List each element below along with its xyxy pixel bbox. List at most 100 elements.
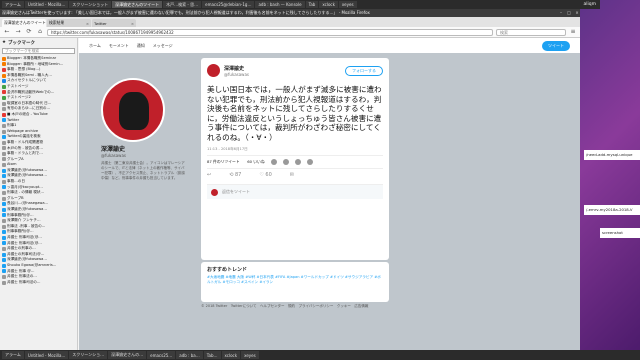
tweet-text: 美しい国日本では，一般人がまず滅多に被害に遭わない犯罪でも，刑法前から犯人視報道… xyxy=(207,85,382,142)
profile-bio: 弁護士（第二東京弁護士会）。アイコンはマレーシアのシールで、ITと法律（ネット上… xyxy=(101,161,185,180)
taskbar-item[interactable]: emacs25… xyxy=(147,351,176,359)
panel-task[interactable]: xclock xyxy=(319,1,338,8)
trends-list[interactable]: #大坂地震 #地震 大阪 #W杯 #日本代表 #FIFA #Japan #ワール… xyxy=(207,275,383,285)
profile-handle[interactable]: @fukasawas xyxy=(101,153,186,158)
tweet-author-name[interactable]: 深澤諭史 xyxy=(224,65,249,72)
avatar[interactable] xyxy=(306,159,313,165)
bookmark-icon xyxy=(2,101,6,106)
taskbar-item[interactable]: xclock xyxy=(221,351,241,359)
sidebar-title: ブックマーク xyxy=(8,41,36,46)
taskbar-item[interactable]: 深澤諭史さんの… xyxy=(108,351,147,359)
panel-task[interactable]: アラーム xyxy=(2,1,24,8)
close-icon[interactable]: × xyxy=(131,21,134,26)
bookmark-icon xyxy=(2,146,6,151)
trends-panel: おすすめトレンド #大坂地震 #地震 大阪 #W杯 #日本代表 #FIFA #J… xyxy=(201,262,389,302)
panel-clock[interactable]: aliqm xyxy=(584,2,601,7)
taskbar-item[interactable]: xeyes xyxy=(241,351,259,359)
bookmark-icon xyxy=(2,67,6,72)
bookmark-icon xyxy=(2,129,6,134)
browser-tab[interactable]: Twitter × xyxy=(92,19,136,27)
url-bar[interactable]: https://twitter.com/fukasawas/status/100… xyxy=(47,28,493,36)
forward-icon[interactable]: → xyxy=(14,28,22,36)
nav-home[interactable]: ホーム xyxy=(89,43,101,49)
message-icon[interactable]: ✉ xyxy=(290,172,294,178)
bookmark-icon xyxy=(2,73,6,78)
reply-icon[interactable]: ↩ xyxy=(207,172,211,178)
reply-input[interactable]: 返信をツイート xyxy=(222,189,250,195)
bookmark-icon xyxy=(2,179,6,184)
bookmark-icon xyxy=(2,135,6,140)
trends-title: おすすめトレンド xyxy=(207,267,248,273)
panel-task[interactable]: 深澤諭史さんのツイート xyxy=(112,1,163,8)
desktop-note[interactable]: screenshot xyxy=(600,228,640,238)
bookmarks-sidebar: ★ ブックマーク ブックマークを検索 Blogger: 本情各職別Seminar… xyxy=(0,38,78,350)
close-icon[interactable]: × xyxy=(574,10,580,16)
navigation-bar: ← → ⟳ ⌂ https://twitter.com/fukasawas/st… xyxy=(0,27,580,38)
bookmark-icon xyxy=(2,62,6,67)
bookmark-icon xyxy=(2,107,6,112)
nav-notifications[interactable]: 通知 xyxy=(137,43,145,49)
bookmark-icon xyxy=(2,263,6,268)
bookmark-icon xyxy=(2,112,6,117)
search-bar[interactable]: 検索 xyxy=(496,28,566,36)
follow-button[interactable]: フォローする xyxy=(345,65,383,76)
menu-icon[interactable]: ≡ xyxy=(569,28,577,36)
bookmark-icon xyxy=(2,163,6,168)
retweet-icon[interactable]: ⟲ 87 xyxy=(229,172,241,178)
nav-moments[interactable]: モーメント xyxy=(109,43,129,49)
close-icon[interactable]: × xyxy=(86,21,89,26)
panel-task[interactable]: Untitled - Mozilla... xyxy=(24,1,69,8)
home-icon[interactable]: ⌂ xyxy=(36,28,44,36)
avatar[interactable] xyxy=(207,64,220,77)
taskbar-item[interactable]: スクリーンショ… xyxy=(69,351,108,359)
minimize-icon[interactable]: – xyxy=(558,10,564,16)
window-title: 深澤諭史さんはTwitterを使っています: 「美しい国日本では，一般人がまず被… xyxy=(2,10,370,15)
panel-task[interactable]: adb : bash — Konsole xyxy=(255,1,305,8)
like-icon[interactable]: ♡ 60 xyxy=(259,172,271,178)
profile-name[interactable]: 深澤諭史 xyxy=(101,144,186,153)
bookmark-icon xyxy=(2,274,6,279)
reload-icon[interactable]: ⟳ xyxy=(25,28,33,36)
bookmark-search-input[interactable]: ブックマークを検索 xyxy=(2,48,75,54)
desktop-note[interactable]: /need-add-mysql-unique xyxy=(584,150,640,160)
panel-task[interactable]: 木戸…検索 - 思… xyxy=(163,1,202,8)
bookmark-icon xyxy=(2,185,6,190)
back-icon[interactable]: ← xyxy=(3,28,11,36)
bookmark-item[interactable]: 弁護士 刑事司法の… xyxy=(2,280,75,286)
top-panel: アラーム Untitled - Mozilla... スクリーンショット 深澤諭史さん… xyxy=(0,0,600,9)
tab-label: 深澤諭史さんのツイート xyxy=(4,20,46,25)
avatar[interactable] xyxy=(101,78,165,142)
bookmark-icon xyxy=(2,235,6,240)
bookmark-icon xyxy=(2,168,6,173)
tweet-author-handle[interactable]: @fukasawas xyxy=(224,72,249,77)
browser-tab[interactable]: 深澤諭史さんのツイート× xyxy=(2,19,46,27)
stats-text[interactable]: 87 件のリツイート 60 いいね xyxy=(207,159,265,165)
reply-box[interactable]: 返信をツイート xyxy=(207,184,383,199)
avatar xyxy=(211,188,218,196)
twitter-footer[interactable]: © 2018 Twitter Twitterについて ヘルプセンター 規約 プラ… xyxy=(201,304,389,309)
tab-label: Twitter xyxy=(94,20,107,26)
bookmark-icon xyxy=(2,95,6,100)
taskbar-item[interactable]: Tab… xyxy=(203,351,221,359)
panel-task[interactable]: emacs25@debian-1g… xyxy=(202,1,255,8)
maximize-icon[interactable]: □ xyxy=(566,10,572,16)
browser-tab[interactable]: 検索結果 × xyxy=(47,19,91,27)
tweet-timestamp[interactable]: 11:13 - 2018年6月17日 xyxy=(207,147,383,152)
avatar[interactable] xyxy=(270,159,277,165)
taskbar-item[interactable]: アラーム xyxy=(2,351,24,359)
bookmark-label: 弁護士 刑事司法の… xyxy=(7,279,41,284)
nav-messages[interactable]: メッセージ xyxy=(153,43,173,49)
twitter-topbar: ホーム モーメント 通知 メッセージ ツイート xyxy=(79,38,580,53)
bookmark-icon xyxy=(2,241,6,246)
taskbar-item[interactable]: adb : ba… xyxy=(176,351,203,359)
avatar[interactable] xyxy=(282,159,289,165)
avatar[interactable] xyxy=(294,159,301,165)
taskbar-item[interactable]: Untitled - Mozilla... xyxy=(24,351,69,359)
bookmark-icon xyxy=(2,207,6,212)
tweet-button[interactable]: ツイート xyxy=(542,40,570,51)
desktop-note[interactable]: /-emrv-my2018a-2018-V xyxy=(584,205,640,215)
panel-task[interactable]: xeyes xyxy=(338,1,357,8)
panel-task[interactable]: Tab xyxy=(305,1,319,8)
bookmark-list: Blogger: 本情各職別Seminar Blogger: 事務所・地域別Sem… xyxy=(2,56,75,285)
panel-task[interactable]: スクリーンショット xyxy=(69,1,112,8)
